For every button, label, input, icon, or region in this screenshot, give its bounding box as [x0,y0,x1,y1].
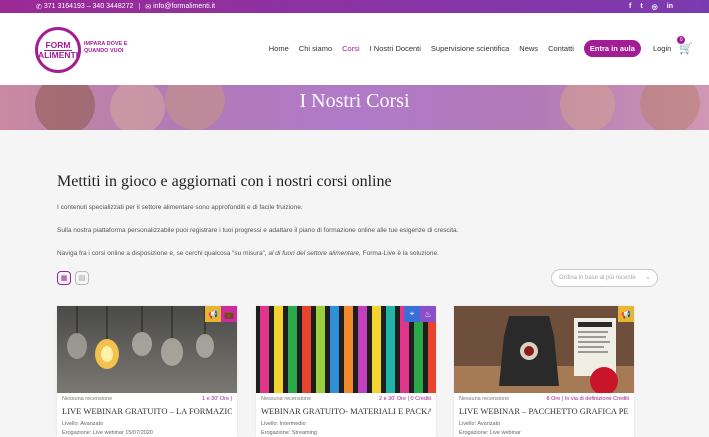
course-type-icons: 📢 [618,306,634,322]
paragraph-3-text: Naviga fra i corsi online a disposizione… [57,250,267,257]
sort-select[interactable]: Ordina in base al più recente ⌄ [551,269,658,287]
tagline: IMPARA DOVE E QUANDO VUOI [84,41,128,54]
course-title[interactable]: LIVE WEBINAR – PACCHETTO GRAFICA PE... [459,406,629,416]
divider: | [138,3,141,10]
briefcase-icon: 💼 [221,306,237,322]
email-link[interactable]: info@formalimenti.it [153,3,215,10]
social-links: f t ◎ in [629,3,673,11]
nav-supervisione[interactable]: Supervisione scientifica [431,44,509,53]
course-title[interactable]: WEBINAR GRATUITO- MATERIALI E PACKA... [261,406,431,416]
course-duration: 2 e 30' Ore | 0 Crediti [378,396,431,402]
cart-count-badge: 0 [677,36,686,44]
enter-classroom-button[interactable]: Entra in aula [583,40,641,57]
grid-icon: ▦ [60,275,68,282]
site-header: FORM ALIMENTI IMPARA DOVE E QUANDO VUOI … [0,13,709,85]
course-card[interactable]: ⌖ ♨ Nessuna recensione 2 e 30' Ore | 0 C… [256,306,436,437]
review-text: Nessuna recensione [459,396,510,402]
page-title: I Nostri Corsi [299,90,410,112]
nav-contatti[interactable]: Contatti [548,44,574,53]
course-delivery: Erogazione: Live webinar [459,430,521,436]
course-duration: 1 e 30' Ore | [202,396,232,402]
section-heading: Mettiti in gioco e aggiornati con i nost… [57,173,392,190]
instagram-icon[interactable]: ◎ [652,3,658,11]
intro-paragraph-1: I contenuti specializzati per il settore… [57,204,303,211]
nav-chi-siamo[interactable]: Chi siamo [299,44,332,53]
hero-banner: I Nostri Corsi [0,85,709,130]
course-title[interactable]: LIVE WEBINAR GRATUITO – LA FORMAZIO... [62,406,232,416]
paragraph-3-end: Forma-Live è la soluzione. [362,250,439,257]
facebook-icon[interactable]: f [629,3,631,11]
course-level: Livello: Avanzato [62,421,104,427]
review-text: Nessuna recensione [62,396,113,402]
course-meta: Nessuna recensione 8 Ore | In via di def… [459,396,629,402]
nav-home[interactable]: Home [269,44,289,53]
nav-news[interactable]: News [519,44,538,53]
course-card[interactable]: 📢 💼 Nessuna recensione 1 e 30' Ore | LIV… [57,306,237,437]
megaphone-icon: 📢 [205,306,221,322]
linkedin-icon[interactable]: in [667,3,673,11]
mail-icon: ✉ [145,3,152,11]
intro-paragraph-3: Naviga fra i corsi online a disposizione… [57,250,439,257]
chevron-down-icon: ⌄ [645,274,651,281]
review-text: Nessuna recensione [261,396,312,402]
logo-line1: FORM [44,39,72,51]
course-delivery: Erogazione: Live webinar 15/07/2020 [62,430,153,436]
chef-hat-icon: ♨ [420,306,436,322]
course-level: Livello: Intermedio [261,421,306,427]
nav-docenti[interactable]: I Nostri Docenti [370,44,421,53]
apron-and-menu-illustration [454,306,634,393]
list-view-button[interactable]: ▤ [75,271,89,285]
sort-placeholder: Ordina in base al più recente [559,275,636,281]
twitter-icon[interactable]: t [640,3,642,11]
top-bar: ✆ 371 3164193 – 340 3448272 | ✉ info@for… [0,0,709,13]
course-meta: Nessuna recensione 2 e 30' Ore | 0 Credi… [261,396,431,402]
logo[interactable]: FORM ALIMENTI [35,27,81,73]
course-type-icons: 📢 💼 [205,306,237,322]
phone-number[interactable]: 371 3164193 – 340 3448272 [44,3,134,10]
nav-corsi[interactable]: Corsi [342,44,360,53]
phone-icon: ✆ [36,3,42,11]
main-nav: Home Chi siamo Corsi I Nostri Docenti Su… [269,36,693,57]
course-type-icons: ⌖ ♨ [404,306,436,322]
megaphone-icon: 📢 [618,306,634,322]
course-level: Livello: Avanzato [459,421,501,427]
cart-icon[interactable]: 🛒 0 [677,36,693,55]
course-duration: 8 Ore | In via di definizione Crediti [546,396,629,402]
course-meta: Nessuna recensione 1 e 30' Ore | [62,396,232,402]
course-card[interactable]: 📢 Nessuna recensione 8 Ore | In via di d… [454,306,634,437]
login-link[interactable]: Login [653,44,671,53]
course-delivery: Erogazione: Streaming [261,430,317,436]
logo-line2: ALIMENTI [37,49,79,60]
intro-paragraph-2: Sulla nostra piattaforma personalizzabil… [57,227,459,234]
list-icon: ▤ [78,275,86,282]
crosshair-icon: ⌖ [404,306,420,322]
grid-view-button[interactable]: ▦ [57,271,71,285]
course-image-apron[interactable] [454,306,634,393]
paragraph-3-emphasis: al di fuori del settore alimentare, [268,250,361,257]
